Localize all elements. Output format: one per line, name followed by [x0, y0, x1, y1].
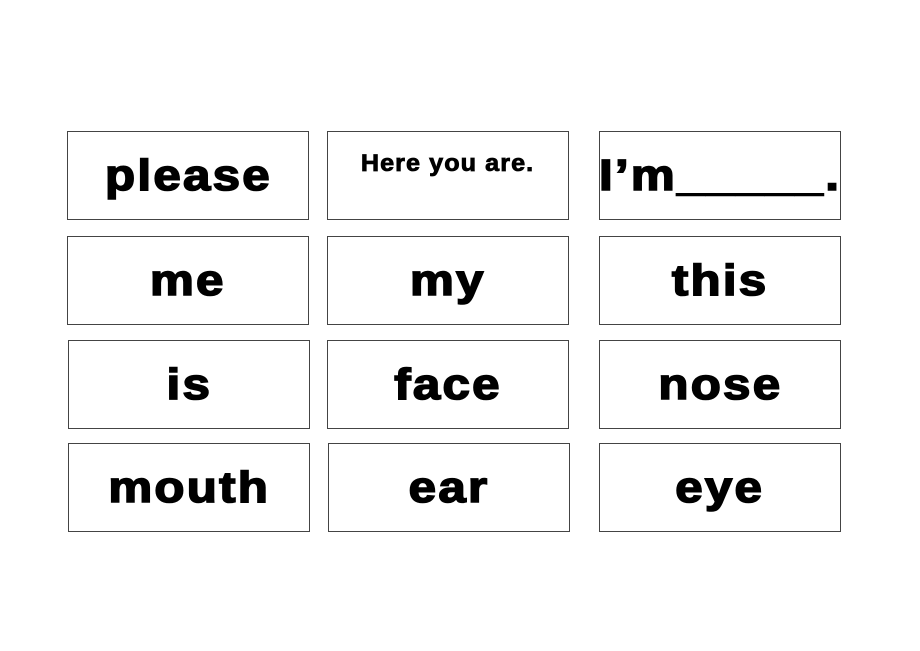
- card-word: please: [104, 150, 272, 201]
- card-word: mouth: [107, 462, 270, 513]
- card-word: I’m_____.: [598, 150, 842, 201]
- card-word: face: [393, 359, 502, 410]
- card-word: is: [165, 359, 212, 410]
- word-card: I’m_____.: [598, 131, 842, 220]
- word-card: face: [327, 340, 569, 429]
- card-word: nose: [657, 359, 782, 410]
- word-card: mouth: [68, 443, 310, 532]
- word-card: ear: [328, 443, 570, 532]
- word-card: is: [68, 340, 310, 429]
- word-card: this: [599, 236, 841, 325]
- word-card: my: [327, 236, 569, 325]
- card-word: my: [409, 255, 486, 306]
- word-card: please: [67, 131, 309, 220]
- word-card: Here you are.: [327, 131, 569, 220]
- word-card: nose: [599, 340, 841, 429]
- card-word: me: [149, 255, 226, 306]
- card-word: ear: [408, 462, 490, 513]
- word-card: me: [67, 236, 309, 325]
- card-word: eye: [675, 462, 765, 513]
- word-card: eye: [599, 443, 841, 532]
- card-word: Here you are.: [361, 149, 535, 177]
- card-word: this: [671, 255, 769, 306]
